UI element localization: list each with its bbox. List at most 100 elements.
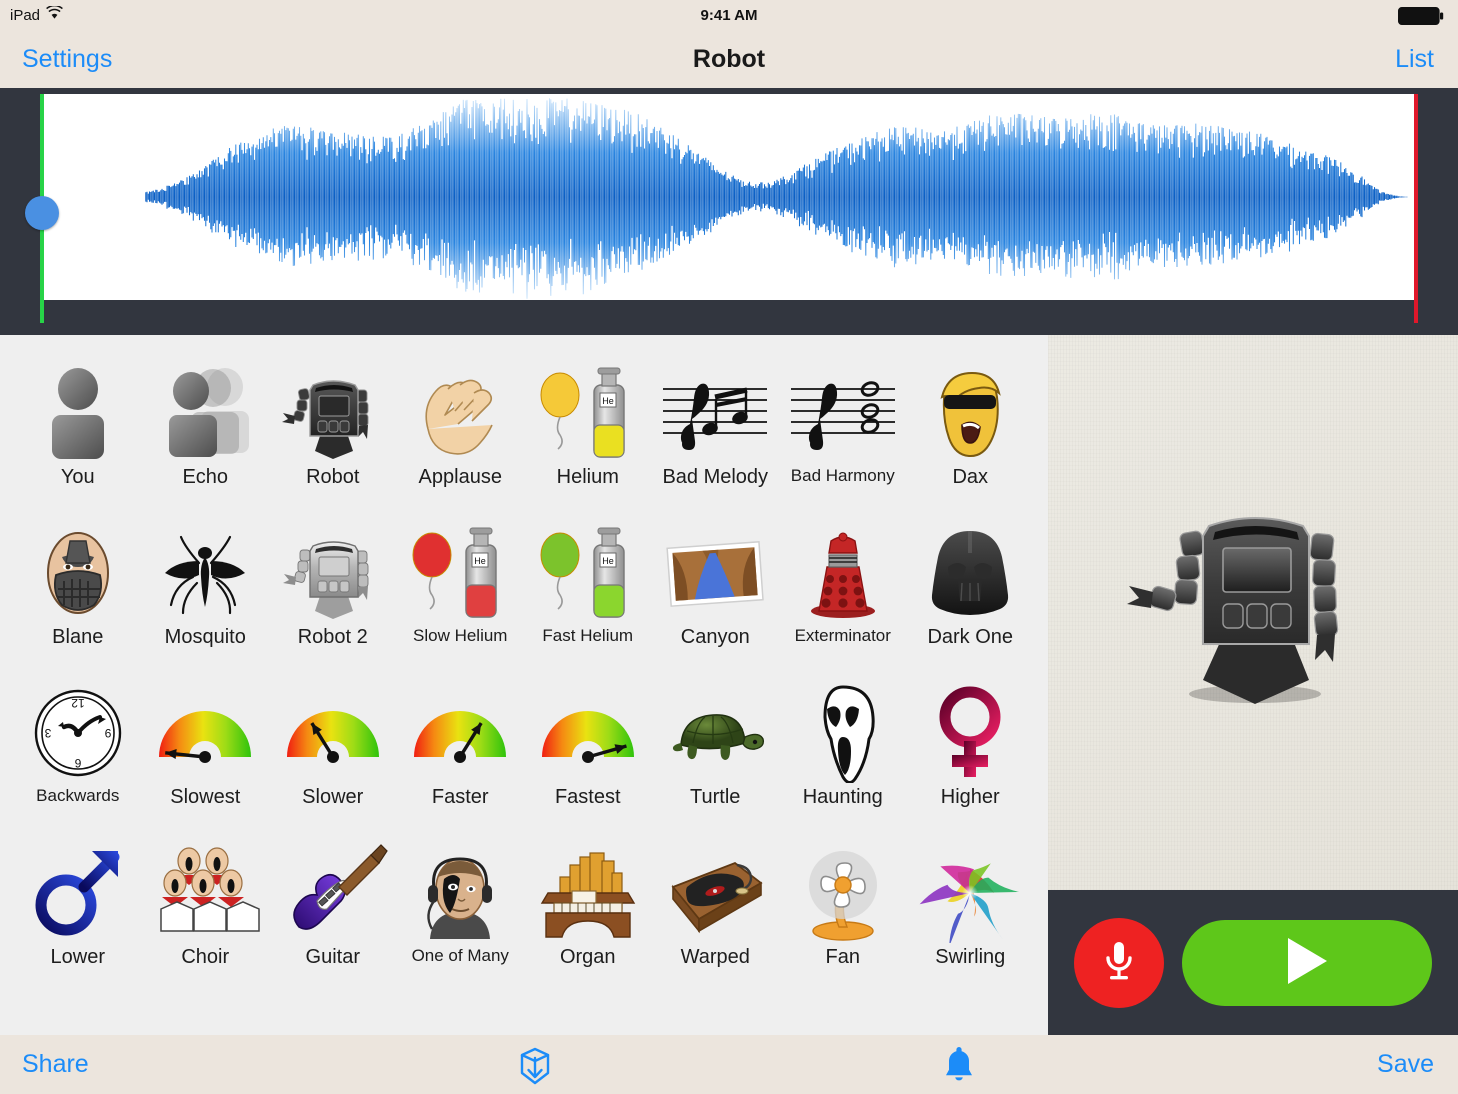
effect-label: Faster <box>431 786 489 808</box>
bell-icon[interactable] <box>942 1044 976 1091</box>
effect-cell-slowest[interactable]: Slowest <box>142 677 270 837</box>
play-triangle-icon <box>1284 936 1330 989</box>
record-button[interactable] <box>1074 917 1164 1008</box>
effect-cell-guitar[interactable]: Guitar <box>269 837 397 997</box>
effect-label: Choir <box>181 946 230 968</box>
svg-text:12: 12 <box>71 696 85 710</box>
status-bar-left: iPad <box>10 4 63 24</box>
share-button[interactable]: Share <box>22 1050 89 1079</box>
music-notes-staff-icon <box>659 357 771 469</box>
effect-cell-applause[interactable]: Applause <box>397 357 525 517</box>
effects-panel[interactable]: You Echo Robot Applause He Helium Bad Melody… <box>0 335 1048 1035</box>
page-title: Robot <box>692 44 766 73</box>
chord-staff-icon <box>787 357 899 469</box>
effect-cell-higher[interactable]: Higher <box>907 677 1035 837</box>
effect-cell-dax[interactable]: Dax <box>907 357 1035 517</box>
svg-text:He: He <box>602 556 614 566</box>
effect-cell-turtle[interactable]: Turtle <box>652 677 780 837</box>
clock: 9:41 AM <box>700 6 758 24</box>
masked-face-icon <box>22 517 134 629</box>
effect-label: Warped <box>680 946 750 968</box>
effect-label: Fan <box>825 946 860 968</box>
dax-face-icon <box>914 357 1026 469</box>
effect-label: Canyon <box>680 626 750 648</box>
transport-controls <box>1048 890 1458 1035</box>
clapping-hands-icon <box>404 357 516 469</box>
effect-label: Fastest <box>554 786 621 808</box>
effect-cell-organ[interactable]: Organ <box>524 837 652 997</box>
voice-changer-app: iPad 9:41 AM Settings Robot List You Ech… <box>0 0 1458 1094</box>
import-box-icon[interactable] <box>514 1045 556 1092</box>
female-symbol-icon <box>914 677 1026 789</box>
effect-cell-robot[interactable]: Robot <box>269 357 397 517</box>
effect-label: Organ <box>559 946 616 968</box>
effect-cell-exterminator[interactable]: Exterminator <box>779 517 907 677</box>
effect-cell-haunting[interactable]: Haunting <box>779 677 907 837</box>
effect-label: Applause <box>418 466 502 488</box>
effect-label: Guitar <box>305 946 360 968</box>
battery-full-icon <box>1398 7 1444 30</box>
effect-cell-warped[interactable]: Warped <box>652 837 780 997</box>
svg-text:He: He <box>602 396 614 406</box>
person-icon <box>22 357 134 469</box>
settings-button[interactable]: Settings <box>22 45 112 74</box>
bottom-toolbar: Share Save <box>0 1035 1458 1094</box>
ghost-mask-icon <box>787 677 899 789</box>
effect-cell-fan[interactable]: Fan <box>779 837 907 997</box>
effect-cell-blane[interactable]: Blane <box>14 517 142 677</box>
svg-text:He: He <box>474 556 486 566</box>
svg-text:6: 6 <box>74 756 81 770</box>
navigation-bar: Settings Robot List <box>0 30 1458 88</box>
effect-cell-choir[interactable]: Choir <box>142 837 270 997</box>
play-button[interactable] <box>1182 919 1432 1006</box>
effect-label: Turtle <box>690 786 741 808</box>
robot-large-preview <box>1103 480 1403 745</box>
effect-cell-fastest[interactable]: Fastest <box>524 677 652 837</box>
effect-cell-mosquito[interactable]: Mosquito <box>142 517 270 677</box>
effect-cell-one-of-many[interactable]: One of Many <box>397 837 525 997</box>
electric-fan-icon <box>787 837 899 949</box>
effect-label: Lower <box>50 946 105 968</box>
selection-end-marker[interactable] <box>1414 94 1418 323</box>
effect-cell-bad-melody[interactable]: Bad Melody <box>652 357 780 517</box>
effect-cell-slower[interactable]: Slower <box>269 677 397 837</box>
effect-label: Dax <box>952 466 989 488</box>
effect-cell-swirling[interactable]: Swirling <box>907 837 1035 997</box>
yellow-balloon-tank-icon: He <box>532 357 644 469</box>
save-button[interactable]: Save <box>1377 1050 1434 1079</box>
effect-cell-slow-helium[interactable]: He Slow Helium <box>397 517 525 677</box>
effect-cell-dark-one[interactable]: Dark One <box>907 517 1035 677</box>
people-echo-icon <box>149 357 261 469</box>
effect-label: Slow Helium <box>413 626 508 645</box>
robot-dark-icon <box>277 357 389 469</box>
waveform-panel[interactable]: 0.00.10.20.30.40.50.60.70.80.91.01.11.2 <box>0 88 1458 423</box>
waveform-canvas[interactable] <box>42 94 1415 300</box>
effect-cell-faster[interactable]: Faster <box>397 677 525 837</box>
effect-cell-you[interactable]: You <box>14 357 142 517</box>
effect-cell-bad-harmony[interactable]: Bad Harmony <box>779 357 907 517</box>
effect-label: Robot <box>306 466 360 488</box>
red-balloon-tank-icon: He <box>404 517 516 629</box>
list-button[interactable]: List <box>1395 45 1434 74</box>
green-balloon-tank-icon: He <box>532 517 644 629</box>
effect-cell-canyon[interactable]: Canyon <box>652 517 780 677</box>
effect-preview-panel <box>1048 335 1458 890</box>
effect-cell-fast-helium[interactable]: He Fast Helium <box>524 517 652 677</box>
effect-cell-echo[interactable]: Echo <box>142 357 270 517</box>
gauge-slower-icon <box>277 677 389 789</box>
audio-waveform <box>145 98 1408 299</box>
turtle-icon <box>659 677 771 789</box>
effect-label: Echo <box>182 466 229 488</box>
effect-cell-backwards[interactable]: 12 9 3 6 Backwards <box>14 677 142 837</box>
svg-text:9: 9 <box>104 726 111 740</box>
effect-cell-robot-2[interactable]: Robot 2 <box>269 517 397 677</box>
effect-cell-lower[interactable]: Lower <box>14 837 142 997</box>
robot-silver-icon <box>277 517 389 629</box>
effect-label: Slower <box>302 786 364 808</box>
gauge-slowest-icon <box>149 677 261 789</box>
wifi-icon <box>46 4 63 24</box>
effect-label: Blane <box>52 626 104 648</box>
selection-handle-start[interactable] <box>25 196 59 230</box>
effect-label: Bad Harmony <box>790 466 895 485</box>
effect-cell-helium[interactable]: He Helium <box>524 357 652 517</box>
